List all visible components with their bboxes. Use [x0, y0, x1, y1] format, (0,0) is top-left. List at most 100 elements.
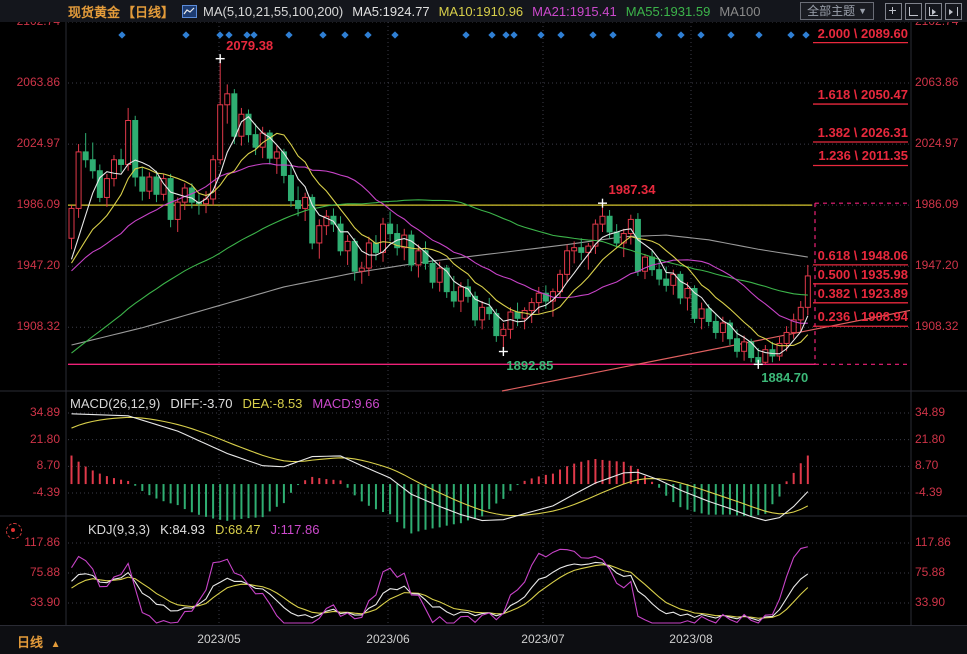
event-marker-icon	[502, 31, 509, 38]
fib-level-label: 0.382 \ 1923.89	[818, 286, 908, 301]
macd-hist-bar	[616, 461, 618, 484]
macd-hist-bar	[290, 484, 292, 493]
macd-hist-bar	[354, 484, 356, 495]
macd-hist-bar	[488, 484, 490, 509]
axis-tick-label: 1908.32	[915, 319, 967, 333]
axis-tick-label: 75.88	[915, 565, 967, 579]
trading-app-window: 现货黄金 【日线】 MA(5,10,21,55,100,200) MA5:192…	[0, 0, 967, 654]
axis-tick-label: 1947.20	[915, 258, 967, 272]
macd-hist-bar	[120, 480, 122, 484]
event-marker-icon	[488, 31, 495, 38]
macd-hist-bar	[248, 484, 250, 518]
period-selector[interactable]: 日线 ▲	[17, 632, 61, 651]
macd-hist-bar	[609, 461, 611, 484]
event-marker-icon	[802, 31, 809, 38]
kdj-params: KDJ(9,3,3)	[88, 522, 150, 537]
event-marker-icon	[216, 31, 223, 38]
macd-hist-bar	[467, 484, 469, 520]
fib-level-label: 0.500 \ 1935.98	[818, 267, 908, 282]
axis-tick-label: 21.80	[0, 432, 60, 446]
fib-level-label: 1.236 \ 2011.35	[818, 148, 908, 163]
scale-axes-tool-icon[interactable]	[905, 3, 922, 20]
macd-hist-bar	[410, 484, 412, 533]
axis-tick-label: 1947.20	[0, 258, 60, 272]
macd-hist-bar	[262, 484, 264, 517]
macd-hist-bar	[517, 484, 519, 485]
jump-to-end-tool-icon[interactable]	[945, 3, 962, 20]
macd-hist-bar	[276, 484, 278, 507]
macd-hist-bar	[382, 484, 384, 512]
chevron-down-icon: ▼	[858, 4, 867, 19]
event-marker-icon	[655, 31, 662, 38]
fib-level-label: 2.000 \ 2089.60	[818, 26, 908, 41]
macd-hist-bar	[764, 484, 766, 514]
macd-hist-bar	[417, 484, 419, 531]
macd-hist-bar	[793, 473, 795, 484]
macd-hist-bar	[85, 467, 87, 485]
axis-tick-label: 34.89	[0, 405, 60, 419]
fib-level-label: 0.236 \ 1908.94	[818, 309, 908, 324]
axis-tick-label: 117.86	[915, 535, 967, 549]
macd-hist-bar	[594, 459, 596, 484]
fib-level-label: 1.382 \ 2026.31	[818, 125, 908, 140]
ma-legend: MA5:1924.77MA10:1910.96MA21:1915.41MA55:…	[343, 4, 760, 19]
chart-header: 现货黄金 【日线】 MA(5,10,21,55,100,200) MA5:192…	[0, 0, 967, 22]
macd-hist-bar	[269, 484, 271, 511]
macd-hist-bar	[375, 484, 377, 509]
macd-hist-bar	[283, 484, 285, 503]
event-marker-icon	[609, 31, 616, 38]
macd-panel-title: MACD(26,12,9)DIFF:-3.70DEA:-8.53MACD:9.6…	[70, 396, 400, 411]
chart-toolbar	[882, 3, 962, 20]
macd-hist-bar	[757, 484, 759, 515]
macd-hist-bar	[686, 484, 688, 510]
macd-hist-bar	[170, 484, 172, 503]
ma-legend-item: MA5:1924.77	[352, 4, 429, 19]
macd-hist-bar	[531, 478, 533, 484]
period-selector-label: 日线	[17, 635, 43, 650]
macd-hist-bar	[240, 484, 242, 519]
candles-layer	[69, 59, 810, 365]
macd-hist-bar	[191, 484, 193, 512]
macd-legend-item: MACD:9.66	[312, 396, 379, 411]
macd-hist-bar	[99, 474, 101, 484]
macd-hist-bar	[134, 484, 136, 486]
play-axes-tool-icon[interactable]	[925, 3, 942, 20]
macd-hist-bar	[573, 464, 575, 484]
macd-hist-bar	[255, 484, 257, 518]
theme-select-button[interactable]: 全部主题 ▼	[800, 2, 874, 20]
macd-hist-bar	[340, 480, 342, 484]
macd-hist-bar	[446, 484, 448, 526]
macd-hist-bar	[177, 484, 179, 505]
fib-level-label: 0.618 \ 1948.06	[818, 248, 908, 263]
macd-hist-bar	[163, 484, 165, 501]
axis-tick-label: 1986.09	[0, 197, 60, 211]
macd-hist-bar	[297, 484, 299, 485]
macd-hist-bar	[425, 484, 427, 530]
axis-tick-label: -4.39	[915, 485, 967, 499]
macd-hist-bar	[198, 484, 200, 515]
macd-hist-bar	[233, 484, 235, 520]
bottom-bar: 日线 ▲ 2023/052023/062023/072023/08	[0, 625, 967, 654]
macd-hist-bar	[502, 484, 504, 499]
macd-hist-bar	[453, 484, 455, 524]
axis-tick-label: 1986.09	[915, 197, 967, 211]
macd-hist-bar	[651, 482, 653, 484]
kdj-panel-title: KDJ(9,3,3)K:84.93D:68.47J:117.86	[88, 522, 339, 537]
event-marker-icon	[341, 31, 348, 38]
crosshair-tool-icon[interactable]	[885, 3, 902, 20]
macd-hist-bar	[389, 484, 391, 514]
macd-hist-bar	[92, 470, 94, 484]
indicator-alert-icon[interactable]	[6, 523, 22, 539]
macd-hist-bar	[474, 484, 476, 518]
macd-hist-bar	[637, 469, 639, 484]
macd-hist-bar	[332, 480, 334, 484]
macd-hist-bar	[771, 484, 773, 504]
macd-hist-bar	[524, 481, 526, 484]
macd-hist-bar	[325, 479, 327, 484]
axis-tick-label: 75.88	[0, 565, 60, 579]
ma-legend-item: MA100	[719, 4, 760, 19]
macd-hist-bar	[800, 463, 802, 484]
macd-hist-bar	[786, 481, 788, 484]
macd-hist-bar	[538, 476, 540, 484]
axis-tick-label: 2063.86	[915, 75, 967, 89]
